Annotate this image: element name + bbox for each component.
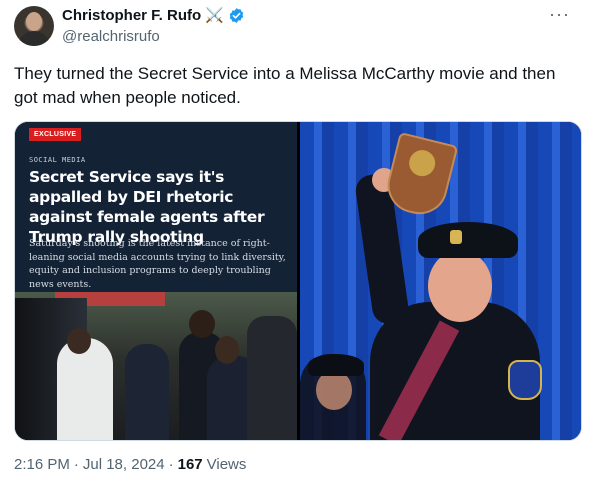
views-count: 167: [177, 456, 203, 473]
more-options-icon[interactable]: ···: [549, 4, 570, 25]
views-label: Views: [206, 456, 247, 473]
officer-face: [428, 250, 492, 322]
officer-cap: [418, 222, 518, 258]
author-avatar[interactable]: [14, 6, 54, 46]
verified-badge-icon[interactable]: [228, 7, 245, 24]
author-name-row: Christopher F. Rufo ⚔️: [62, 7, 245, 24]
meta-separator: ·: [168, 456, 174, 473]
exclusive-badge: EXCLUSIVE: [29, 128, 82, 141]
article-kicker: SOCIAL MEDIA: [29, 156, 86, 164]
article-screenshot[interactable]: EXCLUSIVE SOCIAL MEDIA Secret Service sa…: [15, 122, 297, 440]
avatar-head: [26, 12, 42, 31]
photo-person-head: [189, 310, 215, 338]
officer-photo[interactable]: [300, 122, 581, 440]
photo-person: [125, 344, 169, 440]
tweet: Christopher F. Rufo ⚔️ @realchrisrufo ··…: [0, 0, 590, 477]
crossed-swords-icon: ⚔️: [205, 7, 224, 24]
tweet-text: They turned the Secret Service into a Me…: [14, 64, 556, 107]
photo-person-head: [215, 336, 239, 364]
meta-separator: ·: [73, 456, 79, 473]
tweet-date[interactable]: Jul 18, 2024: [83, 456, 165, 473]
tweet-time[interactable]: 2:16 PM: [14, 456, 70, 473]
background-officer-cap: [308, 354, 364, 376]
author-display-name[interactable]: Christopher F. Rufo: [62, 7, 201, 24]
shoulder-patch: [508, 360, 542, 400]
article-headline: Secret Service says it's appalled by DEI…: [29, 168, 265, 246]
plaque-emblem: [406, 147, 438, 179]
cap-badge-icon: [450, 230, 462, 244]
background-officer-face: [316, 370, 352, 410]
rally-photo: [15, 292, 297, 440]
author-handle[interactable]: @realchrisrufo: [62, 28, 160, 45]
photo-person: [247, 316, 297, 440]
avatar-body: [18, 31, 50, 46]
photo-person: [57, 338, 113, 440]
tweet-metadata: 2:16 PM · Jul 18, 2024 · 167 Views: [14, 456, 246, 473]
tweet-media[interactable]: EXCLUSIVE SOCIAL MEDIA Secret Service sa…: [14, 121, 582, 441]
article-dek: Saturday's shooting is the latest instan…: [29, 238, 286, 290]
photo-person-head: [67, 328, 91, 354]
